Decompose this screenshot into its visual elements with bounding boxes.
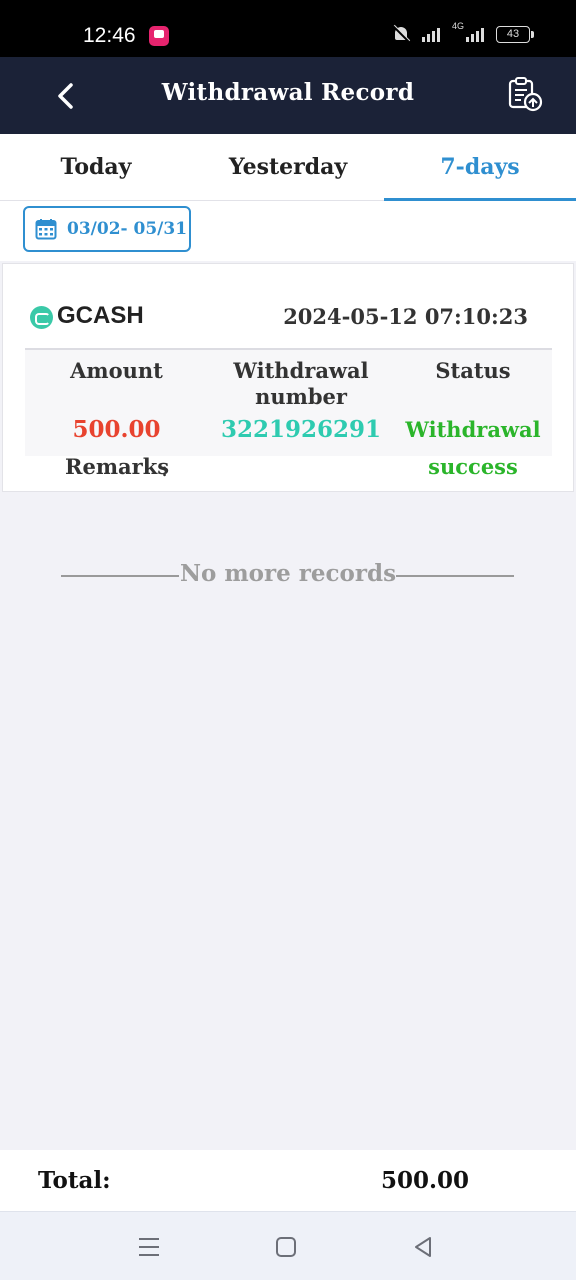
withdrawal-record-card[interactable]: GCASH 2024-05-12 07:10:23 Amount Withdra… xyxy=(2,263,574,492)
date-range-text: 03/02- 05/31 xyxy=(67,219,188,239)
channel-name: GCASH xyxy=(57,302,144,329)
date-filter-row: 03/02- 05/31 xyxy=(0,201,576,261)
tab-yesterday[interactable]: Yesterday xyxy=(192,134,384,200)
app-header: Withdrawal Record xyxy=(0,57,576,134)
amount-value: 500.00 xyxy=(72,416,161,443)
withdrawal-number-value: 3221926291 xyxy=(220,416,382,443)
total-label: Total: xyxy=(38,1167,111,1194)
status-header: Status xyxy=(435,358,511,383)
status-icons: 4G 43 xyxy=(392,21,534,43)
page-title: Withdrawal Record xyxy=(161,79,415,106)
menu-icon[interactable] xyxy=(136,1234,162,1260)
total-value: 500.00 xyxy=(381,1167,470,1194)
tab-today[interactable]: Today xyxy=(0,134,192,200)
tab-7-days[interactable]: 7-days xyxy=(384,134,576,201)
amount-header: Amount xyxy=(70,358,163,383)
list-end-indicator: No more records xyxy=(0,560,576,592)
back-icon[interactable] xyxy=(411,1234,437,1260)
network-type-label: 4G xyxy=(451,21,464,31)
bell-off-icon xyxy=(392,25,410,43)
system-nav-bar xyxy=(0,1211,576,1280)
date-range-button[interactable]: 03/02- 05/31 xyxy=(23,206,191,252)
status-time: 12:46 xyxy=(83,24,136,47)
no-more-records-text: No more records xyxy=(179,560,397,587)
battery-level: 43 xyxy=(506,28,520,40)
home-icon[interactable] xyxy=(273,1234,299,1260)
status-value: Withdrawal xyxy=(405,417,541,442)
remarks-colon: : xyxy=(161,457,169,481)
signal-4g-icon xyxy=(466,26,484,42)
remarks-label: Remarks xyxy=(65,454,170,479)
status-bar: 12:46 4G 43 xyxy=(0,0,576,57)
signal-icon xyxy=(421,26,440,42)
total-bar: Total: 500.00 xyxy=(0,1150,576,1211)
record-details: Amount Withdrawal number Status 500.00 3… xyxy=(25,350,552,456)
gcash-logo-icon xyxy=(30,306,53,329)
record-datetime: 2024-05-12 07:10:23 xyxy=(283,304,528,329)
date-tabs: Today Yesterday 7-days xyxy=(0,134,576,201)
status-value-line2: success xyxy=(428,454,518,479)
withdrawal-number-header: Withdrawal number xyxy=(233,358,369,409)
battery-icon: 43 xyxy=(496,25,534,43)
app-notification-icon xyxy=(149,26,169,46)
clipboard-upload-icon[interactable] xyxy=(506,75,544,113)
divider xyxy=(396,575,514,577)
calendar-icon xyxy=(35,219,57,240)
